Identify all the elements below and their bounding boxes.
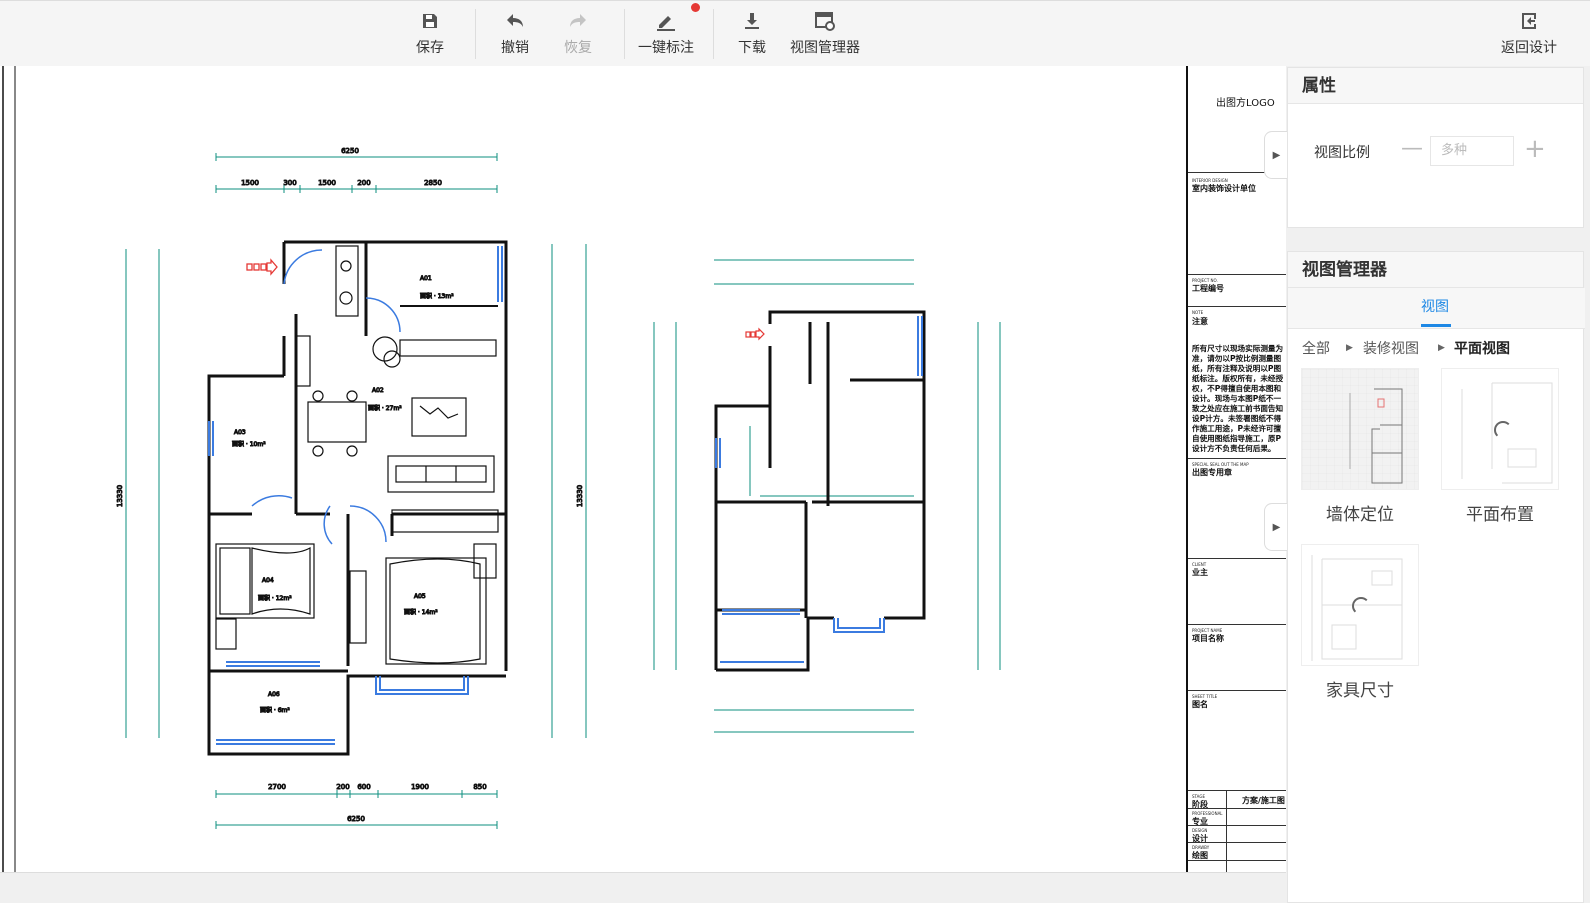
breadcrumb-decoration[interactable]: 装修视图: [1363, 338, 1419, 358]
svg-text:A04: A04: [262, 577, 274, 584]
save-label: 保存: [416, 40, 444, 56]
scale-input[interactable]: 多种: [1430, 136, 1514, 166]
tb-project-no: 工程编号: [1192, 284, 1224, 293]
svg-text:面积 · 10m²: 面积 · 10m²: [232, 440, 266, 448]
dim-text: 200: [336, 783, 349, 791]
dim-text: 2850: [424, 179, 442, 187]
loading-spinner-icon: [1352, 597, 1370, 615]
toolbar-divider: [713, 9, 714, 59]
auto-annotate-button[interactable]: 一键标注: [634, 3, 700, 61]
properties-title: 属性: [1288, 68, 1583, 104]
dim-text: 13330: [576, 485, 584, 507]
toolbar-divider: [624, 9, 625, 59]
collapse-properties-toggle[interactable]: ▶: [1264, 131, 1288, 179]
caret-right-icon: ▶: [1346, 343, 1353, 353]
redo-label: 恢复: [564, 40, 592, 56]
furnished-plan: 6250 1500 300 1500 200 2850 2700 200 600…: [116, 147, 587, 829]
view-thumbnail-furniture[interactable]: [1301, 544, 1419, 666]
svg-text:面积 · 13m²: 面积 · 13m²: [420, 292, 454, 300]
status-bar: [0, 872, 1286, 903]
svg-text:面积 · 6m²: 面积 · 6m²: [260, 706, 290, 714]
wall-plan: [653, 259, 1001, 733]
scale-label: 视图比例: [1314, 145, 1370, 161]
entry-marker: [246, 258, 278, 276]
download-label: 下载: [738, 40, 766, 56]
properties-panel: 属性 视图比例 — 多种 +: [1287, 67, 1584, 228]
dim-text: 2700: [268, 783, 286, 791]
dim-text: 600: [357, 783, 370, 791]
save-icon: [418, 9, 442, 33]
entry-marker: [745, 327, 765, 341]
svg-text:A01: A01: [420, 275, 432, 282]
view-manager-panel: 视图管理器 视图 全部 ▶ 装修视图 ▶ 平面视图 墙体定位 平面布置 家具尺寸: [1287, 251, 1585, 903]
dim-text: 13330: [116, 485, 124, 507]
drawing-canvas[interactable]: 6250 1500 300 1500 200 2850 2700 200 600…: [0, 66, 1286, 872]
dim-text: 6250: [341, 147, 359, 155]
view-manager-button[interactable]: 视图管理器: [787, 9, 863, 61]
scale-decrease-button[interactable]: —: [1401, 138, 1423, 160]
loading-spinner-icon: [1494, 421, 1512, 439]
notification-dot: [691, 3, 700, 12]
dim-text: 1900: [411, 783, 429, 791]
svg-text:A02: A02: [372, 387, 384, 394]
dim-text: 850: [473, 783, 486, 791]
tb-stamp: 出图专用章: [1192, 468, 1232, 477]
tb-client: 业主: [1192, 568, 1208, 577]
floor-plan-drawing: 6250 1500 300 1500 200 2850 2700 200 600…: [2, 66, 1001, 872]
logo-text: 出图方LOGO: [1216, 98, 1275, 109]
caret-right-icon: ▶: [1272, 149, 1281, 161]
download-icon: [740, 9, 764, 33]
save-button[interactable]: 保存: [412, 9, 448, 61]
back-to-design-button[interactable]: 返回设计: [1498, 9, 1560, 61]
tb-label-en: NOTE: [1192, 310, 1204, 315]
redo-icon: [566, 9, 590, 33]
view-label-furniture: 家具尺寸: [1326, 681, 1394, 701]
pen-icon: [654, 3, 700, 33]
caret-right-icon: ▶: [1272, 521, 1281, 533]
scale-increase-button[interactable]: +: [1524, 136, 1546, 162]
auto-annotate-label: 一键标注: [638, 40, 694, 56]
tb-note-body: 所有尺寸以现场实际测量为准，请勿以P按比例测量图纸，所有注释及说明以P图纸标注。…: [1192, 344, 1284, 452]
tb-stage-value: 方案/施工图: [1242, 796, 1285, 805]
dim-text: 1500: [241, 179, 259, 187]
svg-text:面积 · 12m²: 面积 · 12m²: [258, 594, 292, 602]
svg-text:面积 · 27m²: 面积 · 27m²: [368, 404, 402, 412]
tb-note: 注意: [1192, 317, 1208, 326]
back-to-design-label: 返回设计: [1501, 40, 1557, 56]
toolbar-divider: [475, 9, 476, 59]
breadcrumb-all[interactable]: 全部: [1302, 338, 1330, 358]
tb-sheet-title: 图名: [1192, 700, 1208, 709]
view-manager-label: 视图管理器: [790, 40, 860, 56]
toolbar: 保存 撤销 恢复 一键标注 下载 视图管理器 返回设计: [0, 0, 1590, 66]
svg-text:A03: A03: [234, 429, 246, 436]
breadcrumb-floor-plan[interactable]: 平面视图: [1454, 338, 1510, 358]
view-manager-icon: [813, 9, 837, 33]
title-block: 出图方LOGO INTERIOR DESIGN 室内装饰设计单位 PROJECT…: [1186, 66, 1286, 872]
view-label-layout: 平面布置: [1466, 505, 1534, 525]
collapse-view-manager-toggle[interactable]: ▶: [1264, 503, 1288, 551]
undo-label: 撤销: [501, 40, 529, 56]
dim-text: 300: [283, 179, 296, 187]
view-thumbnail-wall[interactable]: [1301, 368, 1419, 490]
view-manager-title: 视图管理器: [1288, 252, 1583, 288]
tb-design-unit: 室内装饰设计单位: [1192, 184, 1256, 193]
undo-icon: [503, 9, 527, 33]
tab-indicator: [1421, 324, 1451, 327]
view-label-wall: 墙体定位: [1326, 505, 1394, 525]
svg-text:A05: A05: [414, 593, 426, 600]
svg-text:面积 · 14m²: 面积 · 14m²: [404, 608, 438, 616]
dim-text: 6250: [347, 815, 365, 823]
redo-button[interactable]: 恢复: [560, 9, 596, 61]
exit-icon: [1517, 9, 1541, 33]
view-thumbnail-layout[interactable]: [1441, 368, 1559, 490]
caret-right-icon: ▶: [1438, 343, 1445, 353]
download-button[interactable]: 下载: [734, 9, 770, 61]
tab-views[interactable]: 视图: [1421, 296, 1449, 316]
app-root: 保存 撤销 恢复 一键标注 下载 视图管理器 返回设计 6250 1500 30…: [0, 0, 1590, 903]
svg-text:A06: A06: [268, 691, 280, 698]
undo-button[interactable]: 撤销: [497, 9, 533, 61]
dim-text: 1500: [318, 179, 336, 187]
dim-text: 200: [357, 179, 370, 187]
tb-project-name: 项目名称: [1192, 634, 1224, 643]
